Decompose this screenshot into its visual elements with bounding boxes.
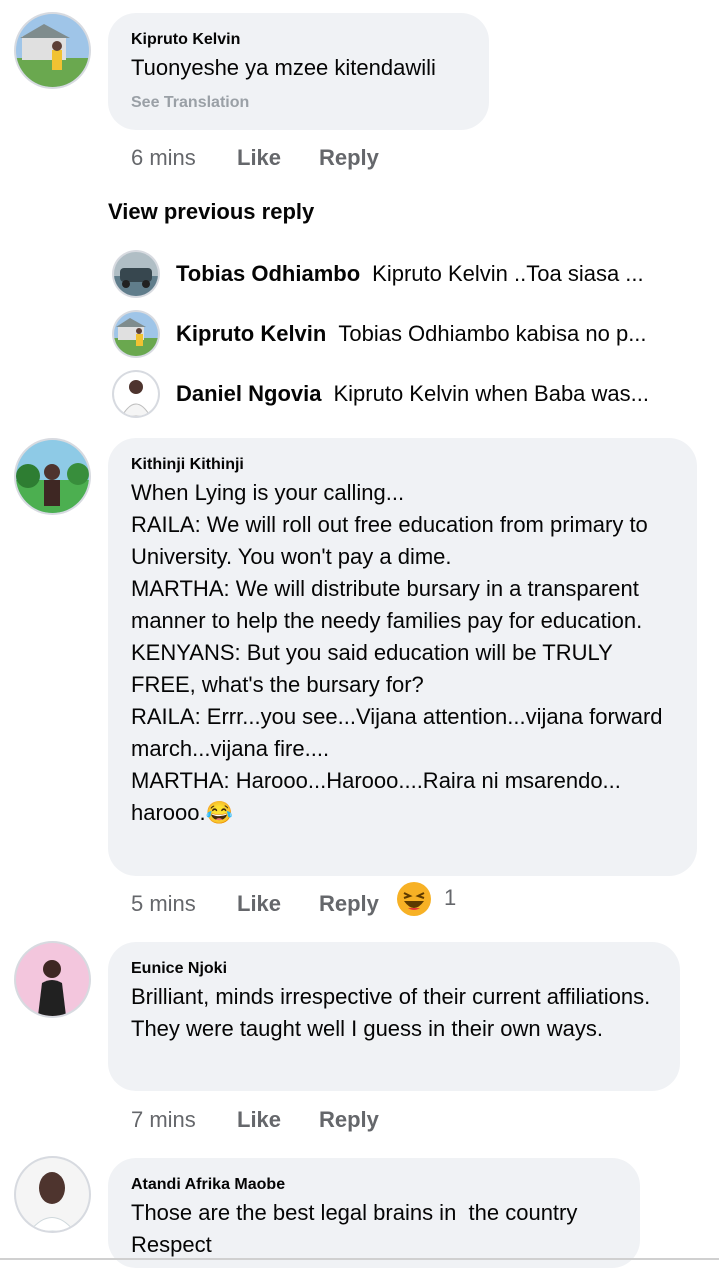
avatar [114, 372, 158, 416]
reaction-count[interactable]: 1 [444, 885, 456, 911]
divider [0, 1258, 719, 1260]
reply-text: Kipruto Kelvin Tobias Odhiambo kabisa no … [176, 318, 719, 350]
comment-author[interactable]: Atandi Afrika Maobe [131, 1176, 285, 1194]
comment-author[interactable]: Eunice Njoki [131, 960, 227, 978]
avatar-photo-icon [16, 14, 89, 87]
comment-time: 6 mins [131, 145, 196, 170]
reply-preview: Tobias Odhiambo kabisa no p... [338, 321, 647, 346]
laughing-emoji-icon[interactable] [396, 881, 432, 917]
avatar-photo-icon [114, 312, 158, 356]
like-button[interactable]: Like [237, 891, 281, 917]
reply-text: Tobias Odhiambo Kipruto Kelvin ..Toa sias… [176, 258, 719, 290]
avatar-photo-icon [16, 440, 89, 513]
reply-text: Daniel Ngovia Kipruto Kelvin when Baba wa… [176, 378, 719, 410]
avatar-photo-icon [114, 372, 158, 416]
reply-row[interactable]: Tobias Odhiambo Kipruto Kelvin ..Toa sias… [114, 252, 714, 298]
avatar[interactable] [16, 440, 89, 513]
comment-author[interactable]: Kipruto Kelvin [131, 31, 240, 49]
view-previous-reply-link[interactable]: View previous reply [108, 199, 314, 225]
comment-text: Those are the best legal brains in the c… [131, 1200, 578, 1257]
avatar-photo-icon [16, 1158, 89, 1231]
avatar [114, 252, 158, 296]
avatar [114, 312, 158, 356]
reply-preview: Kipruto Kelvin when Baba was... [333, 381, 649, 406]
reply-button[interactable]: Reply [319, 891, 379, 917]
comment-text: Brilliant, minds irrespective of their c… [131, 984, 663, 1041]
like-button[interactable]: Like [237, 145, 281, 171]
comment-author[interactable]: Kithinji Kithinji [131, 456, 244, 474]
reply-button[interactable]: Reply [319, 145, 379, 171]
reply-author[interactable]: Tobias Odhiambo [176, 261, 360, 286]
reply-preview: Kipruto Kelvin ..Toa siasa ... [372, 261, 644, 286]
avatar[interactable] [16, 943, 89, 1016]
reply-author[interactable]: Daniel Ngovia [176, 381, 321, 406]
avatar-photo-icon [16, 943, 89, 1016]
reply-button[interactable]: Reply [319, 1107, 379, 1133]
comment-time: 5 mins [131, 891, 196, 916]
like-button[interactable]: Like [237, 1107, 281, 1133]
comment-time: 7 mins [131, 1107, 196, 1132]
avatar[interactable] [16, 14, 89, 87]
avatar-photo-icon [114, 252, 158, 296]
see-translation-link[interactable]: See Translation [131, 94, 249, 112]
reply-row[interactable]: Kipruto Kelvin Tobias Odhiambo kabisa no … [114, 312, 714, 358]
comment-text: When Lying is your calling... RAILA: We … [131, 480, 663, 825]
avatar[interactable] [16, 1158, 89, 1231]
reply-author[interactable]: Kipruto Kelvin [176, 321, 326, 346]
reply-row[interactable]: Daniel Ngovia Kipruto Kelvin when Baba wa… [114, 372, 714, 418]
comment-text: Tuonyeshe ya mzee kitendawili [131, 55, 436, 80]
